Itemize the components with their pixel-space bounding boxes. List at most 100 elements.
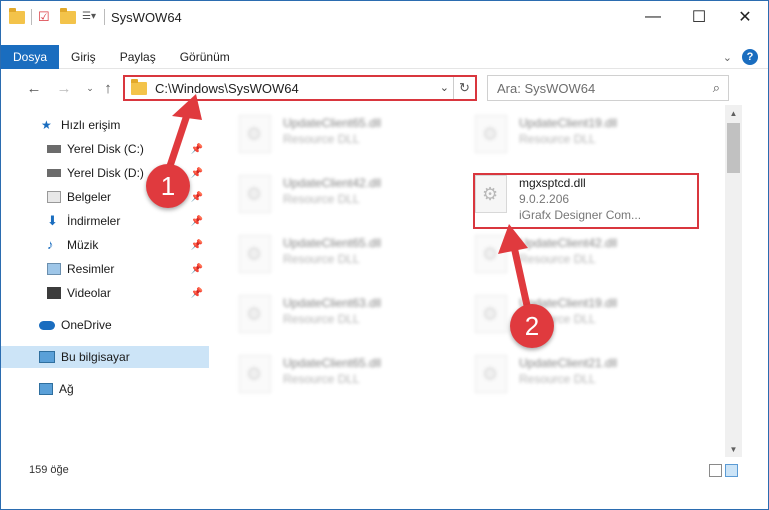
pin-icon[interactable]: 📌 [191,240,203,251]
file-item[interactable]: UpdateClient65.dll Resource DLL [239,235,459,279]
vertical-scrollbar[interactable]: ▲ ▼ [725,105,742,457]
window-controls: — ☐ ✕ [630,1,768,33]
pin-icon[interactable]: 📌 [191,264,203,275]
sidebar-item-network[interactable]: Ağ [1,378,209,400]
pictures-icon [47,263,61,275]
window-title: SysWOW64 [111,9,182,25]
sidebar-item-quick-access[interactable]: ★ Hızlı erişim [1,114,209,136]
item-count: 159 öğe [29,464,69,476]
sidebar-item-label: İndirmeler [67,214,121,228]
file-item[interactable]: UpdateClient19.dll Resource DLL [475,115,695,159]
new-folder-icon[interactable] [60,7,76,24]
sidebar-item-label: OneDrive [61,318,112,332]
dll-file-icon [239,115,271,153]
recent-locations-chevron-icon[interactable]: ⌄ [81,78,99,98]
back-arrow-icon[interactable]: ← [25,78,43,98]
expand-ribbon-icon[interactable]: ⌄ [723,51,732,64]
sidebar-item-videos[interactable]: Videolar 📌 [1,282,209,304]
dll-file-icon [239,355,271,393]
dll-file-icon [475,115,507,153]
file-type: Resource DLL [519,372,596,386]
computer-icon [39,351,55,363]
network-icon [39,383,53,395]
up-arrow-icon[interactable]: ↑ [99,78,117,98]
pin-icon[interactable]: 📌 [191,216,203,227]
tab-paylas[interactable]: Paylaş [108,45,168,69]
maximize-button[interactable]: ☐ [676,1,722,33]
drive-icon [47,145,61,153]
file-item[interactable]: UpdateClient42.dll Resource DLL [239,175,459,219]
ribbon-right-controls: ⌄ ? [723,49,758,65]
navigation-bar: ← → ⌄ ↑ C:\Windows\SysWOW64 ⌄ ↻ Ara: Sys… [1,73,768,103]
sidebar-item-label: Bu bilgisayar [61,350,130,364]
sidebar-item-label: Videolar [67,286,111,300]
file-item[interactable]: UpdateClient63.dll Resource DLL [239,295,459,339]
refresh-icon[interactable]: ↻ [453,77,475,99]
file-item[interactable]: UpdateClient65.dll Resource DLL [239,355,459,399]
details-view-icon[interactable] [709,463,722,477]
scroll-up-icon[interactable]: ▲ [725,105,742,121]
scroll-down-icon[interactable]: ▼ [725,441,742,457]
sidebar-item-this-pc[interactable]: Bu bilgisayar [1,346,209,368]
dll-file-icon [239,235,271,273]
sidebar-item-downloads[interactable]: ⬇ İndirmeler 📌 [1,210,209,232]
tab-gorunum[interactable]: Görünüm [168,45,242,69]
file-type: Resource DLL [283,312,360,326]
file-type: Resource DLL [283,252,360,266]
file-item[interactable]: UpdateClient65.dll Resource DLL [239,115,459,159]
address-path[interactable]: C:\Windows\SysWOW64 [155,81,299,96]
forward-arrow-icon[interactable]: → [55,78,73,98]
file-type: Resource DLL [283,192,360,206]
pin-icon[interactable]: 📌 [191,288,203,299]
properties-icon[interactable]: ☑ [38,9,54,25]
file-item[interactable]: UpdateClient42.dll Resource DLL [475,235,695,279]
file-item[interactable]: UpdateClient21.dll Resource DLL [475,355,695,399]
file-type: Resource DLL [519,252,596,266]
file-item[interactable]: UpdateClient19.dll Resource DLL [475,295,695,339]
close-button[interactable]: ✕ [722,1,768,33]
sidebar-item-label: Belgeler [67,190,112,204]
sidebar-item-music[interactable]: ♪ Müzik 📌 [1,234,209,256]
search-placeholder: Ara: SysWOW64 [497,80,596,96]
address-dropdown-icon[interactable]: ⌄ [440,81,449,94]
tab-giris[interactable]: Giriş [59,45,108,69]
sidebar-item-label: Yerel Disk (C:) [67,142,144,156]
pin-icon[interactable]: 📌 [191,192,203,203]
file-name: UpdateClient65.dll [283,116,382,130]
scroll-thumb[interactable] [727,123,740,173]
folder-icon [9,7,25,24]
search-input[interactable]: Ara: SysWOW64 ⌕ [487,75,729,101]
folder-icon [131,78,147,95]
file-name: UpdateClient42.dll [283,176,382,190]
file-type: Resource DLL [519,132,596,146]
pin-icon[interactable]: 📌 [191,168,203,179]
status-bar: 159 öğe [1,459,768,481]
documents-icon [47,191,61,203]
dll-file-icon [475,295,507,333]
dll-file-icon [239,175,271,213]
highlight-frame [473,173,699,229]
sidebar-item-label: Hızlı erişim [61,118,121,132]
navigation-pane: ★ Hızlı erişim Yerel Disk (C:) 📌 Yerel D… [1,109,211,441]
minimize-button[interactable]: — [630,1,676,33]
file-name: UpdateClient21.dll [519,356,618,370]
view-switcher [709,463,738,477]
star-icon: ★ [41,118,52,132]
tiles-view-icon[interactable] [725,463,738,477]
sidebar-item-pictures[interactable]: Resimler 📌 [1,258,209,280]
separator [31,9,32,25]
file-list: UpdateClient65.dll Resource DLL UpdateCl… [213,105,725,457]
help-icon[interactable]: ? [742,49,758,65]
dll-file-icon [475,355,507,393]
drive-icon [47,169,61,177]
address-bar[interactable]: C:\Windows\SysWOW64 ⌄ ↻ [123,75,477,101]
tab-dosya[interactable]: Dosya [1,44,60,69]
pin-icon[interactable]: 📌 [191,144,203,155]
sidebar-item-disk-c[interactable]: Yerel Disk (C:) 📌 [1,138,209,160]
sidebar-item-onedrive[interactable]: OneDrive [1,314,209,336]
sidebar-item-label: Ağ [59,382,74,396]
title-bar: ☑ ☰▾ SysWOW64 — ☐ ✕ [1,1,768,33]
customize-toolbar-icon[interactable]: ☰▾ [82,9,98,25]
file-type: Resource DLL [283,132,360,146]
videos-icon [47,287,61,299]
